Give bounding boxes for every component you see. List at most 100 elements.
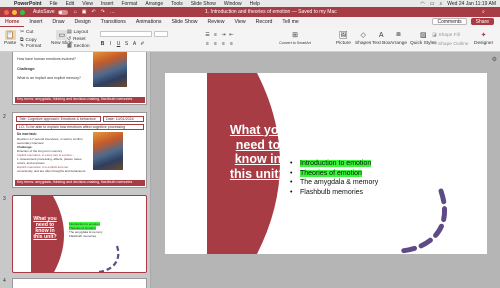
slide-thumbnail-4[interactable] — [12, 278, 147, 288]
autosave[interactable]: AutoSave — [33, 9, 68, 15]
window-titlebar: AutoSave ⌂ ▣ ↶ ↷ … 1. Introduction and t… — [0, 7, 500, 17]
paint-bucket-icon: ◪ — [432, 33, 437, 38]
autosave-toggle[interactable] — [57, 9, 68, 15]
copy-button[interactable]: ⧉ Copy — [20, 37, 37, 44]
thumb2-key-terms: Key terms: amygdala, thinking and decisi… — [15, 180, 145, 186]
menubar-datetime[interactable]: Wed 24 Jan 11:19 AM — [447, 1, 496, 7]
tab-view[interactable]: View — [230, 17, 251, 27]
format-pane-icon[interactable]: ⚙ — [492, 56, 497, 63]
mac-menubar: PowerPoint File Edit View Insert Format … — [0, 0, 500, 7]
cut-button[interactable]: ✂ Cut — [20, 30, 34, 35]
menu-arrange[interactable]: Arrange — [145, 1, 163, 7]
slide-number-4: 4 — [3, 278, 6, 284]
slide-thumbnails-pane[interactable]: How have human emotions evolved? Challen… — [0, 52, 151, 288]
slide-question-title[interactable]: What you need to know in this unit? — [223, 123, 293, 181]
tab-animations[interactable]: Animations — [131, 17, 167, 27]
close-window-icon[interactable] — [4, 9, 9, 15]
share-button[interactable]: Share — [470, 18, 494, 25]
current-slide[interactable]: What you need to know in this unit? Intr… — [165, 73, 487, 254]
slide-bullet-list[interactable]: Introduction to emotion Theories of emot… — [290, 159, 378, 197]
comments-button[interactable]: Comments — [432, 18, 467, 25]
bullet-item[interactable]: Flashbulb memories — [290, 188, 378, 198]
bullet-item[interactable]: The amygdala & memory — [290, 178, 378, 188]
bullets-icon[interactable]: ☰ — [205, 32, 210, 38]
reset-button[interactable]: ↺ Reset — [67, 37, 86, 42]
tab-record[interactable]: Record — [251, 17, 278, 27]
tab-draw[interactable]: Draw — [47, 17, 69, 27]
text-box-button[interactable]: A Text Box — [372, 30, 390, 47]
slide-thumbnail-3[interactable]: What you need to know in this unit? Intr… — [12, 195, 147, 273]
slide-thumbnail-2[interactable]: Title: Cognitive approach: Emotions & be… — [12, 112, 147, 188]
format-painter-button[interactable]: ✎ Format — [20, 44, 41, 49]
minimize-window-icon[interactable] — [12, 9, 17, 15]
bold-icon[interactable]: B — [100, 41, 105, 47]
paragraph-group: ☰ ≡ ⇥ ⇤ — [205, 32, 234, 38]
menu-tools[interactable]: Tools — [171, 1, 183, 7]
layout-button[interactable]: ▤ Layout — [67, 30, 88, 35]
align-right-icon[interactable]: ≡ — [221, 41, 226, 47]
bullet-item[interactable]: Theories of emotion — [290, 169, 378, 179]
menu-view[interactable]: View — [82, 1, 93, 7]
italic-icon[interactable]: I — [108, 41, 113, 47]
justify-icon[interactable]: ≡ — [229, 41, 234, 47]
wifi-icon[interactable]: ◠ — [420, 1, 424, 7]
tab-tell-me[interactable]: Tell me — [277, 17, 303, 27]
quick-styles-icon: ▨ — [420, 32, 427, 39]
save-icon[interactable]: ▣ — [82, 9, 87, 15]
tab-transitions[interactable]: Transitions — [96, 17, 131, 27]
tab-home[interactable]: Home — [0, 17, 25, 27]
search-icon[interactable]: ⌕ — [482, 9, 494, 15]
tab-slide-show[interactable]: Slide Show — [167, 17, 203, 27]
highlight-icon[interactable]: ✐ — [140, 41, 145, 47]
menu-app-name[interactable]: PowerPoint — [14, 1, 42, 7]
format-label: Format — [26, 44, 42, 49]
menu-window[interactable]: Window — [224, 1, 242, 7]
new-slide-icon: ▭ — [56, 30, 68, 40]
ribbon-actions: Comments Share — [432, 18, 494, 25]
strikethrough-icon[interactable]: S — [124, 41, 129, 47]
menu-slide-show[interactable]: Slide Show — [191, 1, 216, 7]
menu-format[interactable]: Format — [121, 1, 137, 7]
copy-icon: ⧉ — [20, 38, 24, 43]
tab-insert[interactable]: Insert — [24, 17, 47, 27]
align-left-icon[interactable]: ≡ — [205, 41, 210, 47]
thumb2-objective: LO: To be able to explain how emotions a… — [16, 124, 144, 130]
convert-smartart-button[interactable]: ⊞ Convert to SmartArt — [277, 30, 313, 45]
slide-editor: What you need to know in this unit? Intr… — [151, 52, 500, 288]
tab-design[interactable]: Design — [70, 17, 96, 27]
designer-button[interactable]: ✦ Designer — [474, 30, 493, 46]
cut-label: Cut — [26, 30, 34, 35]
more-icon[interactable]: … — [110, 9, 115, 15]
undo-icon[interactable]: ↶ — [91, 9, 95, 15]
section-button[interactable]: ▦ Section — [67, 44, 90, 49]
menu-file[interactable]: File — [50, 1, 58, 7]
redo-icon[interactable]: ↷ — [101, 9, 105, 15]
battery-icon[interactable]: ▭ — [430, 1, 435, 7]
menu-insert[interactable]: Insert — [101, 1, 114, 7]
menu-help[interactable]: Help — [250, 1, 260, 7]
font-color-icon[interactable]: A — [132, 41, 137, 47]
home-icon[interactable]: ⌂ — [74, 9, 77, 15]
dashed-arc-shape[interactable] — [398, 188, 448, 254]
shape-fill-button[interactable]: ◪ Shape Fill — [432, 33, 460, 38]
reset-label: Reset — [73, 37, 86, 42]
indent-icon[interactable]: ⇥ — [221, 32, 226, 38]
arrange-button[interactable]: ⧈ Arrange — [390, 30, 407, 46]
align-center-icon[interactable]: ≡ — [213, 41, 218, 47]
font-size-select[interactable] — [154, 31, 168, 37]
menu-edit[interactable]: Edit — [66, 1, 75, 7]
shapes-button[interactable]: ◇ Shapes — [355, 30, 371, 46]
slide-thumbnail-1[interactable]: How have human emotions evolved? Challen… — [12, 52, 147, 105]
paste-button[interactable]: 📋 Paste — [4, 30, 16, 46]
shape-outline-button[interactable]: ✎ Shape Outline — [432, 42, 468, 47]
bullet-item[interactable]: Introduction to emotion — [290, 159, 378, 169]
picture-button[interactable]: 🖼 Picture — [336, 30, 351, 46]
outdent-icon[interactable]: ⇤ — [229, 32, 234, 38]
font-family-select[interactable] — [100, 31, 152, 37]
spotlight-icon[interactable]: ⌕ — [439, 1, 442, 7]
window-controls — [4, 9, 25, 15]
underline-icon[interactable]: U — [116, 41, 121, 47]
numbering-icon[interactable]: ≡ — [213, 32, 218, 38]
zoom-window-icon[interactable] — [20, 9, 25, 15]
tab-review[interactable]: Review — [202, 17, 229, 27]
